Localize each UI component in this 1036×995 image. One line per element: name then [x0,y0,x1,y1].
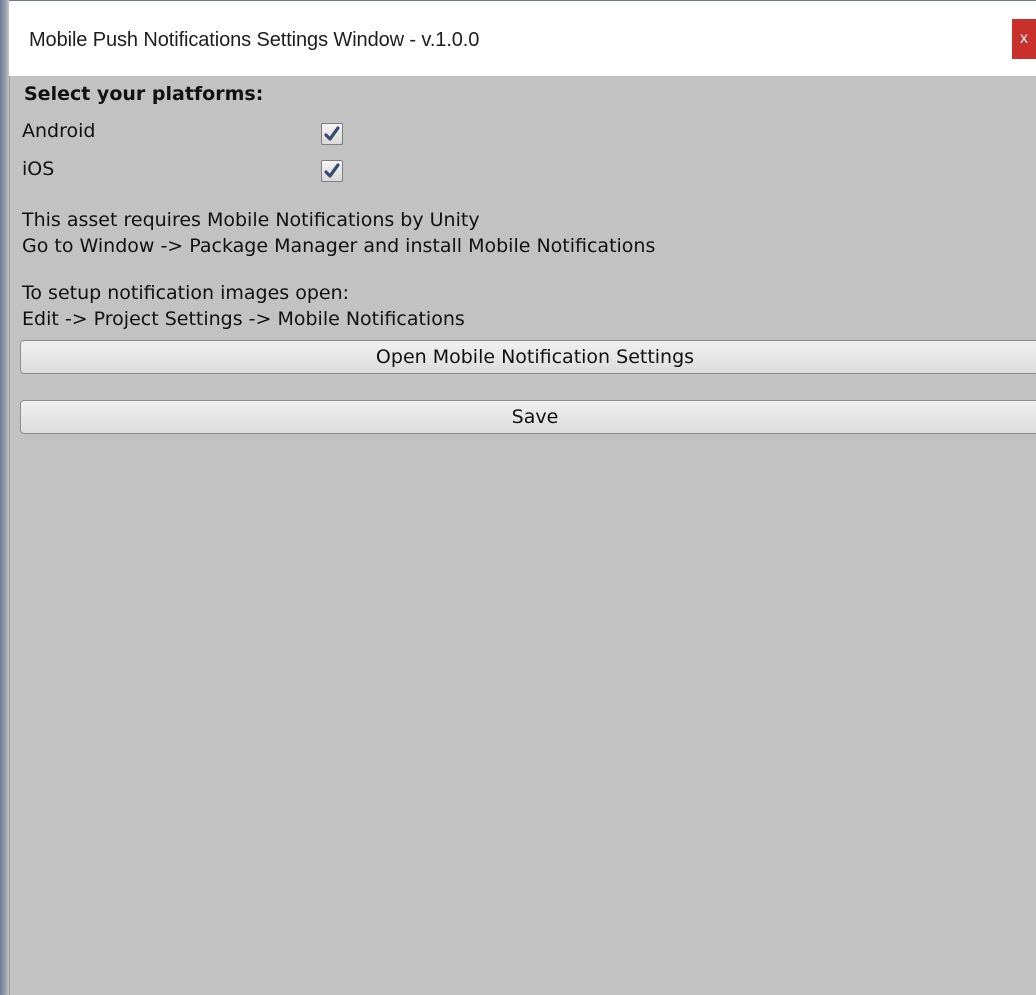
checkmark-icon [324,163,340,178]
platform-label-ios: iOS [22,158,55,180]
requirement-text-line1: This asset requires Mobile Notifications… [22,209,480,231]
checkmark-icon [324,126,340,141]
window-titlebar: Mobile Push Notifications Settings Windo… [9,0,1036,76]
close-icon: x [1020,30,1028,47]
save-button[interactable]: Save [20,400,1036,434]
images-text-line1: To setup notification images open: [22,282,350,304]
platforms-heading: Select your platforms: [24,83,264,105]
platform-label-android: Android [22,120,96,142]
close-button[interactable]: x [1012,19,1036,59]
requirement-text-line2: Go to Window -> Package Manager and inst… [22,235,656,257]
settings-panel: Select your platforms: Android iOS This … [9,76,1036,995]
ios-checkbox[interactable] [321,160,343,182]
desktop-edge [0,0,9,995]
window-title: Mobile Push Notifications Settings Windo… [29,29,480,51]
images-text-line2: Edit -> Project Settings -> Mobile Notif… [22,308,465,330]
open-notification-settings-button[interactable]: Open Mobile Notification Settings [20,340,1036,374]
android-checkbox[interactable] [321,123,343,145]
